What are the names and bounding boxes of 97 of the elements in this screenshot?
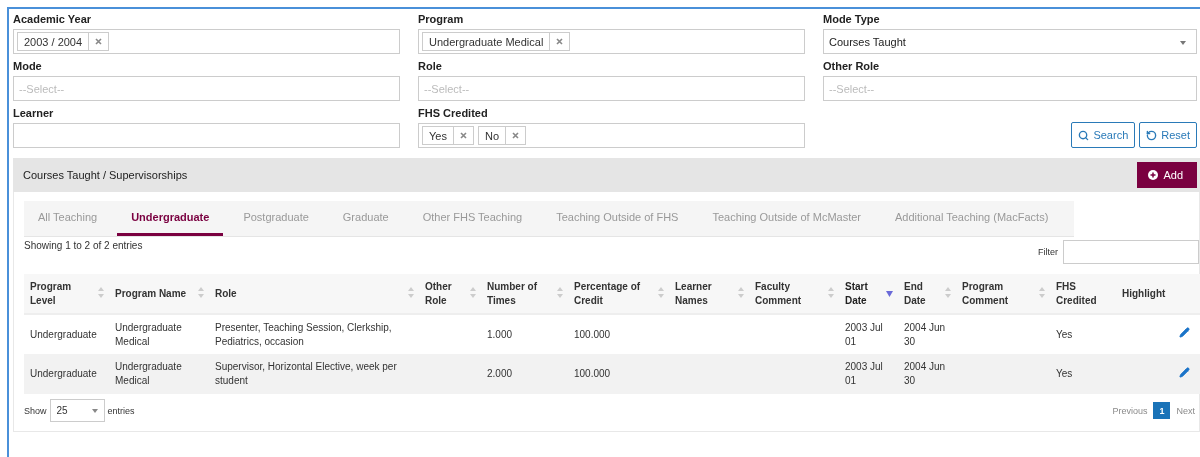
edit-icon[interactable] xyxy=(1179,327,1190,338)
table-cell: Presenter, Teaching Session, Clerkship, Pediatrics, occasion xyxy=(209,314,419,354)
column-header[interactable]: Program Level xyxy=(24,274,109,314)
sort-icon[interactable] xyxy=(658,287,664,298)
table-cell: 2003 Jul 01 xyxy=(839,354,898,394)
field-label: Academic Year xyxy=(13,13,93,26)
sort-icon[interactable] xyxy=(945,287,951,298)
select-value: Courses Taught xyxy=(828,35,906,48)
field-label: Learner xyxy=(13,107,55,120)
table-cell: 100.000 xyxy=(568,354,669,394)
column-title: Other Role xyxy=(425,280,452,306)
reset-icon xyxy=(1146,129,1158,141)
table-cell: Undergraduate Medical xyxy=(109,314,209,354)
table-cell: 2004 Jun 30 xyxy=(898,314,956,354)
column-title: Start Date xyxy=(845,280,868,306)
search-button[interactable]: Search xyxy=(1071,122,1136,148)
table-cell: 2003 Jul 01 xyxy=(839,314,898,354)
sort-icon[interactable] xyxy=(1039,287,1045,298)
sort-icon[interactable] xyxy=(408,287,414,298)
column-title: FHS Credited xyxy=(1056,280,1097,306)
column-header[interactable]: Start Date xyxy=(839,274,898,314)
plus-circle-icon xyxy=(1148,170,1159,180)
entries-label: entries xyxy=(107,405,135,416)
sort-icon[interactable] xyxy=(828,287,834,298)
field-label: Mode Type xyxy=(823,13,881,26)
search-icon xyxy=(1078,129,1090,141)
tag-label: Yes xyxy=(428,128,448,144)
select-placeholder: --Select-- xyxy=(828,82,875,95)
column-header[interactable]: Faculty Comment xyxy=(749,274,839,314)
section-title: Courses Taught / Supervisorships xyxy=(23,169,188,181)
column-title: Number of Times xyxy=(487,280,537,306)
column-title: Program Level xyxy=(30,280,72,306)
edit-icon[interactable] xyxy=(1179,366,1190,378)
table-cell: Yes xyxy=(1050,354,1116,394)
page-button[interactable]: 1 xyxy=(1153,402,1171,419)
tag-field[interactable]: Undergraduate Medical xyxy=(418,29,805,54)
table-cell: 2004 Jun 30 xyxy=(898,354,956,394)
tag-label: Undergraduate Medical xyxy=(428,34,545,50)
column-title: Program Name xyxy=(115,287,187,299)
caret-icon xyxy=(1180,41,1186,45)
remove-icon[interactable] xyxy=(556,38,564,45)
column-header[interactable]: Learner Names xyxy=(669,274,749,314)
entries-info: Showing 1 to 2 of 2 entries xyxy=(24,240,143,251)
field-label: Mode xyxy=(13,60,43,73)
column-title: Highlight xyxy=(1122,287,1166,299)
sort-icon[interactable] xyxy=(557,287,563,298)
remove-icon[interactable] xyxy=(459,132,467,139)
table-cell: Supervisor, Horizontal Elective, week per student xyxy=(209,354,419,394)
field-label: Program xyxy=(418,13,465,26)
field-label: Other Role xyxy=(823,60,881,73)
column-title: Role xyxy=(215,287,237,299)
column-header[interactable]: Highlight xyxy=(1116,274,1200,314)
table-cell: Undergraduate Medical xyxy=(109,354,209,394)
add-button[interactable]: Add xyxy=(1137,162,1197,188)
remove-icon[interactable] xyxy=(95,38,103,45)
show-label: Show xyxy=(24,405,47,416)
column-title: Faculty Comment xyxy=(755,280,802,306)
column-header[interactable]: Role xyxy=(209,274,419,314)
column-title: Percentage of Credit xyxy=(574,280,641,306)
filter-field[interactable] xyxy=(1063,240,1199,264)
select-field[interactable]: Courses Taught xyxy=(823,29,1197,54)
column-header[interactable]: Other Role xyxy=(419,274,481,314)
table-cell: Undergraduate xyxy=(24,314,109,354)
tag-label: 2003 / 2004 xyxy=(23,34,84,50)
table-cell: 1.000 xyxy=(481,314,568,354)
field-label: FHS Credited xyxy=(418,107,489,120)
sort-icon[interactable] xyxy=(470,287,476,298)
sort-icon[interactable] xyxy=(98,287,104,298)
sort-icon[interactable] xyxy=(198,287,204,298)
text-field[interactable] xyxy=(13,123,400,148)
tag-field[interactable]: 2003 / 2004 xyxy=(13,29,400,54)
column-header[interactable]: End Date xyxy=(898,274,956,314)
table-cell: 100.000 xyxy=(568,314,669,354)
filter-label: Filter xyxy=(1038,247,1058,257)
table-cell: Undergraduate xyxy=(24,354,109,394)
column-header[interactable]: Program Comment xyxy=(956,274,1050,314)
page-size-select[interactable]: 25 xyxy=(49,399,105,422)
select-placeholder: --Select-- xyxy=(423,82,470,95)
sort-down-icon[interactable] xyxy=(886,291,893,297)
tag-label: No xyxy=(483,128,500,144)
remove-icon[interactable] xyxy=(512,132,519,139)
column-header[interactable]: Percentage of Credit xyxy=(568,274,669,314)
column-title: Program Comment xyxy=(962,280,1009,306)
column-title: End Date xyxy=(904,280,926,306)
caret-icon xyxy=(91,408,98,413)
column-header[interactable]: Program Name xyxy=(109,274,209,314)
table-cell: 2.000 xyxy=(481,354,568,394)
column-header[interactable]: FHS Credited xyxy=(1050,274,1116,314)
select-placeholder: --Select-- xyxy=(18,82,65,95)
column-title: Learner Names xyxy=(675,280,712,306)
tab[interactable]: Undergraduate xyxy=(117,201,224,236)
field-label: Role xyxy=(418,60,443,73)
sort-icon[interactable] xyxy=(738,287,744,298)
column-header[interactable]: Number of Times xyxy=(481,274,568,314)
table-cell: Yes xyxy=(1050,314,1116,354)
reset-button[interactable]: Reset xyxy=(1139,122,1197,148)
tag-field[interactable]: Yes No xyxy=(418,123,805,148)
